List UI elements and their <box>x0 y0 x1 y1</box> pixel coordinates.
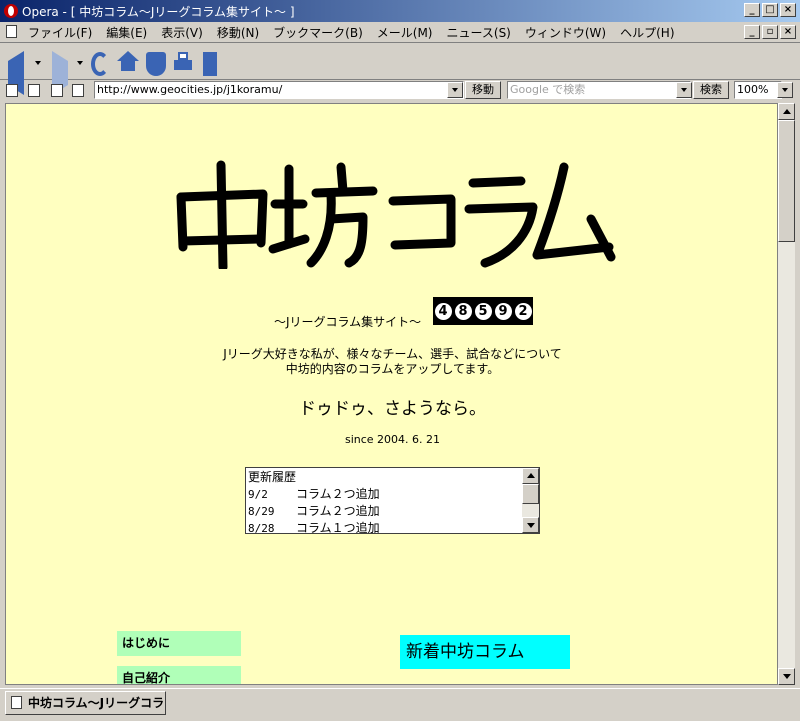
menu-bookmarks[interactable]: ブックマーク(B) <box>273 24 363 41</box>
history-scroll-down-button[interactable] <box>522 517 539 533</box>
new-columns-heading: 新着中坊コラム <box>400 635 570 669</box>
navigation-toolbar <box>0 43 800 95</box>
site-description-line-1: Jリーグ大好きな私が、様々なチーム、選手、試合などについて <box>223 347 562 361</box>
history-text: コラム１つ追加 <box>296 521 380 534</box>
menu-file[interactable]: ファイル(F) <box>28 24 92 41</box>
site-subtitle: ～Jリーグコラム集サイト～ <box>274 315 422 329</box>
update-history-box[interactable]: 更新履歴 9/2 コラム２つ追加 8/29 コラム２つ追加 8/28 コラム１つ追加 <box>245 467 540 534</box>
history-text: コラム２つ追加 <box>296 487 380 501</box>
address-toolbar: http://www.geocities.jp/j1koramu/ 移動 Goo… <box>0 80 800 102</box>
menu-navigation[interactable]: 移動(N) <box>217 24 259 41</box>
site-description-line-2: 中坊的内容のコラムをアップしてます。 <box>285 362 500 376</box>
history-date: 8/29 <box>248 505 275 518</box>
menu-edit[interactable]: 編集(E) <box>106 24 147 41</box>
address-input[interactable]: http://www.geocities.jp/j1koramu/ <box>94 81 464 99</box>
zoom-select[interactable]: 100% <box>734 81 782 99</box>
update-history-title: 更新履歴 <box>248 470 297 484</box>
farewell-message: ドゥドゥ、さようなら。 <box>299 399 486 419</box>
go-button[interactable]: 移動 <box>465 81 501 99</box>
new-page-icon[interactable] <box>203 52 217 76</box>
access-counter: 4 8 5 9 2 <box>433 297 533 325</box>
title-bar: Opera - [ 中坊コラム～Jリーグコラム集サイト～ ] _ □ × <box>0 0 800 22</box>
scroll-thumb[interactable] <box>778 120 795 242</box>
address-dropdown-button[interactable] <box>447 82 463 98</box>
search-engine-dropdown-button[interactable] <box>676 82 692 98</box>
menu-mail[interactable]: メール(M) <box>377 24 433 41</box>
history-date: 9/2 <box>248 488 268 501</box>
window-controls: _ □ × <box>744 3 796 17</box>
security-lock-icon[interactable] <box>6 84 18 97</box>
counter-digit: 9 <box>494 302 512 320</box>
camera-icon[interactable] <box>28 84 40 97</box>
window-title: Opera - [ 中坊コラム～Jリーグコラム集サイト～ ] <box>22 5 295 19</box>
menu-window[interactable]: ウィンドウ(W) <box>525 24 606 41</box>
page-info-icon[interactable] <box>51 84 63 97</box>
page-tab-bar: 中坊コラム～Jリーグコラ... <box>0 688 800 721</box>
history-text: コラム２つ追加 <box>296 504 380 518</box>
menu-help[interactable]: ヘルプ(H) <box>620 24 674 41</box>
counter-digit: 5 <box>474 302 492 320</box>
search-input[interactable]: Google で検索 <box>507 81 691 99</box>
hotlist-icon[interactable] <box>146 52 166 76</box>
history-scroll-thumb[interactable] <box>522 484 539 504</box>
page-tab[interactable]: 中坊コラム～Jリーグコラ... <box>5 691 166 715</box>
menu-bar: ファイル(F) 編集(E) 表示(V) 移動(N) ブックマーク(B) メール(… <box>0 22 800 43</box>
history-entry: 8/29 コラム２つ追加 <box>248 503 380 520</box>
home-icon[interactable] <box>117 51 139 75</box>
scroll-up-button[interactable] <box>778 103 795 120</box>
print-small-icon[interactable] <box>72 84 84 97</box>
menu-view[interactable]: 表示(V) <box>161 24 203 41</box>
doc-minimize-button[interactable]: _ <box>744 25 760 39</box>
page-tab-label: 中坊コラム～Jリーグコラ... <box>28 696 166 710</box>
zoom-dropdown-button[interactable] <box>777 82 793 98</box>
menu-news[interactable]: ニュース(S) <box>446 24 510 41</box>
document-window-controls: _ ▫ × <box>744 25 796 39</box>
page-content: ～Jリーグコラム集サイト～ 4 8 5 9 2 Jリーグ大好きな私が、様々なチー… <box>5 103 778 685</box>
counter-digit: 2 <box>514 302 532 320</box>
minimize-button[interactable]: _ <box>744 3 760 17</box>
scroll-down-button[interactable] <box>778 668 795 685</box>
document-icon <box>6 25 17 38</box>
reload-icon[interactable] <box>91 52 109 76</box>
history-scrollbar[interactable] <box>522 468 539 533</box>
opera-logo-icon <box>4 4 18 18</box>
nav-link-introduction[interactable]: はじめに <box>117 631 241 656</box>
page-tab-icon <box>11 696 22 709</box>
close-button[interactable]: × <box>780 3 796 17</box>
menu-list: ファイル(F) 編集(E) 表示(V) 移動(N) ブックマーク(B) メール(… <box>28 24 689 41</box>
site-logo <box>176 160 616 269</box>
history-entry: 9/2 コラム２つ追加 <box>248 486 380 503</box>
nav-link-self-introduction[interactable]: 自己紹介 <box>117 666 241 684</box>
update-history-list: 更新履歴 9/2 コラム２つ追加 8/29 コラム２つ追加 8/28 コラム１つ追加 <box>248 469 380 534</box>
page-scrollbar[interactable] <box>778 103 795 685</box>
history-scroll-up-button[interactable] <box>522 468 539 484</box>
counter-digit: 4 <box>434 302 452 320</box>
history-entry: 8/28 コラム１つ追加 <box>248 520 380 534</box>
doc-restore-button[interactable]: ▫ <box>762 25 778 39</box>
print-icon[interactable] <box>174 52 192 76</box>
search-button[interactable]: 検索 <box>693 81 729 99</box>
counter-digit: 8 <box>454 302 472 320</box>
history-date: 8/28 <box>248 522 275 534</box>
maximize-button[interactable]: □ <box>762 3 778 17</box>
doc-close-button[interactable]: × <box>780 25 796 39</box>
since-date: since 2004. 6. 21 <box>344 433 441 446</box>
